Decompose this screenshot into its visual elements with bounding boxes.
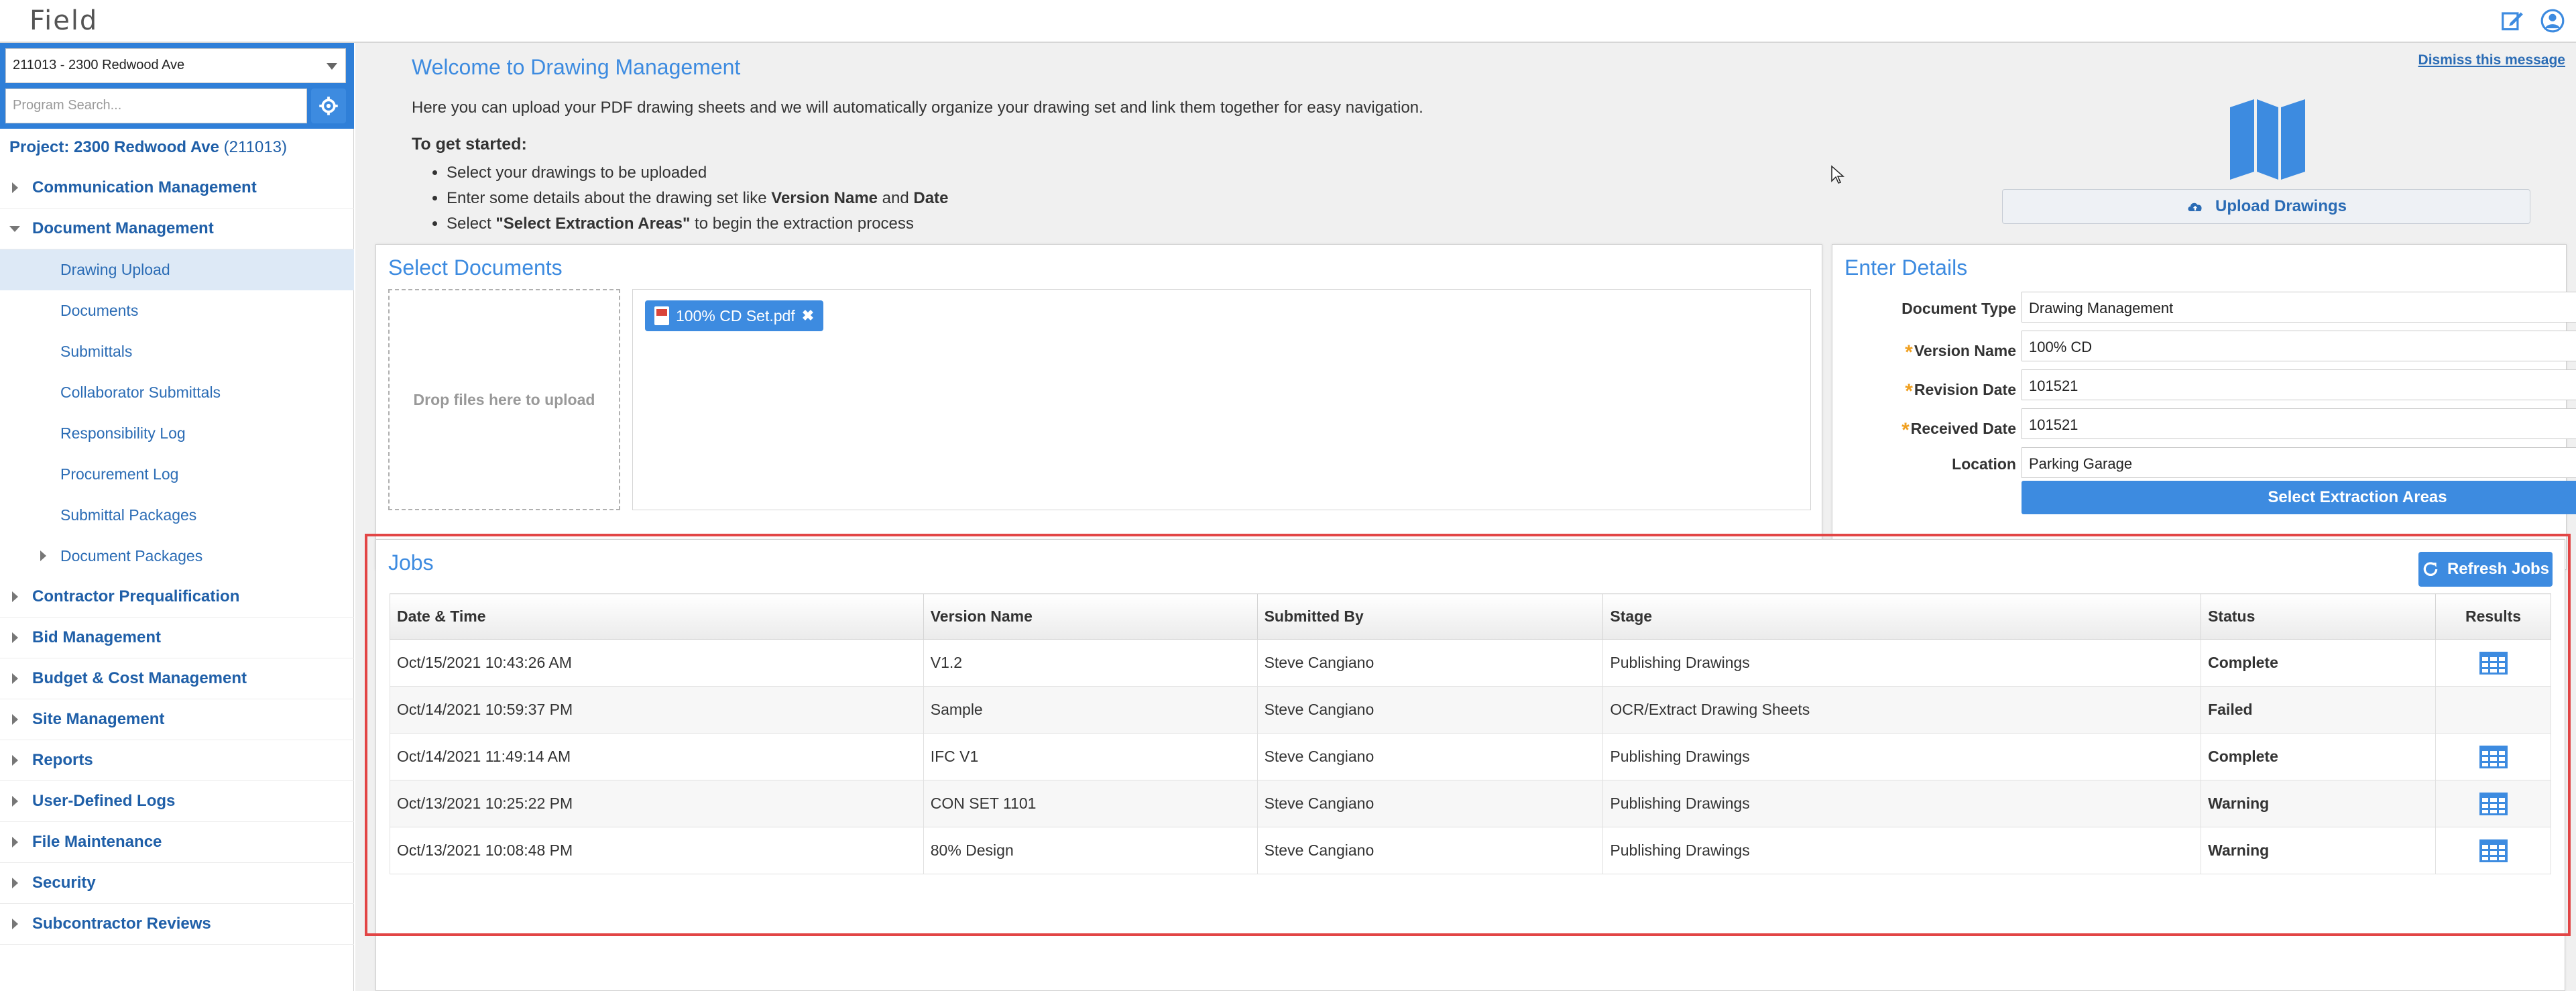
select-extraction-areas-button[interactable]: Select Extraction Areas: [2022, 481, 2576, 514]
welcome-intro: Here you can upload your PDF drawing she…: [412, 99, 1423, 117]
sidebar-item-site-management[interactable]: Site Management: [0, 699, 354, 740]
selected-file-chip[interactable]: 100% CD Set.pdf ✖: [645, 300, 824, 331]
project-label[interactable]: Project: 2300 Redwood Ave (211013): [9, 138, 287, 157]
sidebar-item-responsibility-log[interactable]: Responsibility Log: [0, 413, 354, 454]
expand-arrow-icon: [12, 591, 18, 602]
expand-arrow-icon: [40, 550, 46, 561]
welcome-title: Welcome to Drawing Management: [412, 55, 741, 79]
document-type-label: Document Type: [1901, 300, 2016, 317]
received-date-row: *Received Date 101521: [1832, 408, 2576, 442]
sidebar-item-bid-management[interactable]: Bid Management: [0, 618, 354, 658]
sidebar-item-procurement-log[interactable]: Procurement Log: [0, 454, 354, 495]
sidebar-item-documents[interactable]: Documents: [0, 290, 354, 331]
sidebar-item-file-maintenance[interactable]: File Maintenance: [0, 822, 354, 863]
enter-details-panel: Enter Details Document Type Drawing Mana…: [1832, 244, 2576, 570]
step-1: Select your drawings to be uploaded: [447, 164, 1423, 182]
sidebar-item-submittal-packages[interactable]: Submittal Packages: [0, 495, 354, 536]
expand-arrow-icon: [12, 878, 18, 888]
expand-arrow-icon: [12, 919, 18, 929]
sidebar-item-communication-management[interactable]: Communication Management: [0, 168, 354, 209]
drawing-map-icon: [2230, 99, 2305, 180]
version-name-label: *Version Name: [1905, 341, 2016, 363]
sidebar-item-submittals[interactable]: Submittals: [0, 331, 354, 372]
sidebar-nav: Communication Management Document Manage…: [0, 168, 354, 945]
top-bar-icons: [2500, 8, 2565, 34]
expand-arrow-icon: [12, 714, 18, 725]
location-label: Location: [1952, 455, 2016, 473]
sidebar-item-collaborator-submittals[interactable]: Collaborator Submittals: [0, 372, 354, 413]
location-row: Location Parking Garage: [1832, 447, 2576, 481]
revision-date-input[interactable]: 101521: [2022, 369, 2576, 400]
mouse-cursor-icon: [1831, 165, 1845, 184]
document-type-row: Document Type Drawing Management: [1832, 292, 2576, 325]
get-started-heading: To get started:: [412, 135, 527, 154]
select-documents-panel: Select Documents Drop files here to uplo…: [375, 244, 1822, 570]
expand-arrow-icon: [12, 673, 18, 684]
select-documents-title: Select Documents: [388, 255, 563, 280]
pdf-icon: [654, 306, 669, 325]
sidebar-item-user-defined-logs[interactable]: User-Defined Logs: [0, 781, 354, 822]
edit-icon[interactable]: [2500, 8, 2525, 34]
version-name-row: *Version Name 100% CD: [1832, 331, 2576, 364]
received-date-input[interactable]: 101521: [2022, 408, 2576, 439]
revision-date-label: *Revision Date: [1905, 380, 2016, 402]
gear-icon: [319, 97, 338, 115]
revision-date-row: *Revision Date 101521: [1832, 369, 2576, 403]
app-logo: Field: [30, 5, 99, 36]
received-date-label: *Received Date: [1901, 419, 2016, 441]
step-3: Select "Select Extraction Areas" to begi…: [447, 215, 1423, 233]
project-select-value: 211013 - 2300 Redwood Ave: [13, 58, 185, 72]
top-bar: Field: [0, 0, 2576, 43]
upload-drawings-button[interactable]: Upload Drawings: [2002, 189, 2530, 224]
chevron-down-icon: [327, 63, 337, 70]
project-select[interactable]: 211013 - 2300 Redwood Ave: [5, 48, 346, 83]
file-drop-zone[interactable]: Drop files here to upload: [388, 289, 620, 510]
step-2: Enter some details about the drawing set…: [447, 189, 1423, 208]
program-search-input[interactable]: Program Search...: [5, 89, 307, 123]
dismiss-message-link[interactable]: Dismiss this message: [2418, 52, 2565, 68]
cloud-upload-icon: [2188, 202, 2202, 211]
location-input[interactable]: Parking Garage: [2022, 447, 2576, 478]
expand-arrow-icon: [12, 796, 18, 807]
get-started-steps: Select your drawings to be uploaded Ente…: [412, 164, 1423, 233]
sidebar-item-security[interactable]: Security: [0, 863, 354, 904]
sidebar-item-reports[interactable]: Reports: [0, 740, 354, 781]
sidebar-item-drawing-upload[interactable]: Drawing Upload: [0, 249, 354, 290]
expand-arrow-icon: [12, 632, 18, 643]
jobs-highlight-outline: [365, 534, 2571, 936]
settings-button[interactable]: [311, 89, 346, 123]
expand-arrow-icon: [12, 182, 18, 193]
user-profile-icon[interactable]: [2540, 8, 2565, 34]
enter-details-title: Enter Details: [1845, 255, 1968, 280]
sidebar: 211013 - 2300 Redwood Ave Program Search…: [0, 43, 354, 991]
collapse-arrow-icon: [9, 226, 20, 232]
welcome-message: Welcome to Drawing Management Here you c…: [412, 55, 1423, 240]
expand-arrow-icon: [12, 755, 18, 766]
document-type-select[interactable]: Drawing Management: [2022, 292, 2576, 323]
remove-file-icon[interactable]: ✖: [802, 307, 814, 325]
expand-arrow-icon: [12, 837, 18, 848]
sidebar-item-budget-cost-management[interactable]: Budget & Cost Management: [0, 658, 354, 699]
version-name-input[interactable]: 100% CD: [2022, 331, 2576, 361]
selected-files-area: 100% CD Set.pdf ✖: [632, 289, 1811, 510]
sidebar-item-document-packages[interactable]: Document Packages: [0, 536, 354, 577]
sidebar-item-document-management[interactable]: Document Management: [0, 209, 354, 249]
main-content: Welcome to Drawing Management Here you c…: [355, 43, 2576, 991]
sidebar-item-subcontractor-reviews[interactable]: Subcontractor Reviews: [0, 904, 354, 945]
sidebar-item-contractor-prequalification[interactable]: Contractor Prequalification: [0, 577, 354, 618]
